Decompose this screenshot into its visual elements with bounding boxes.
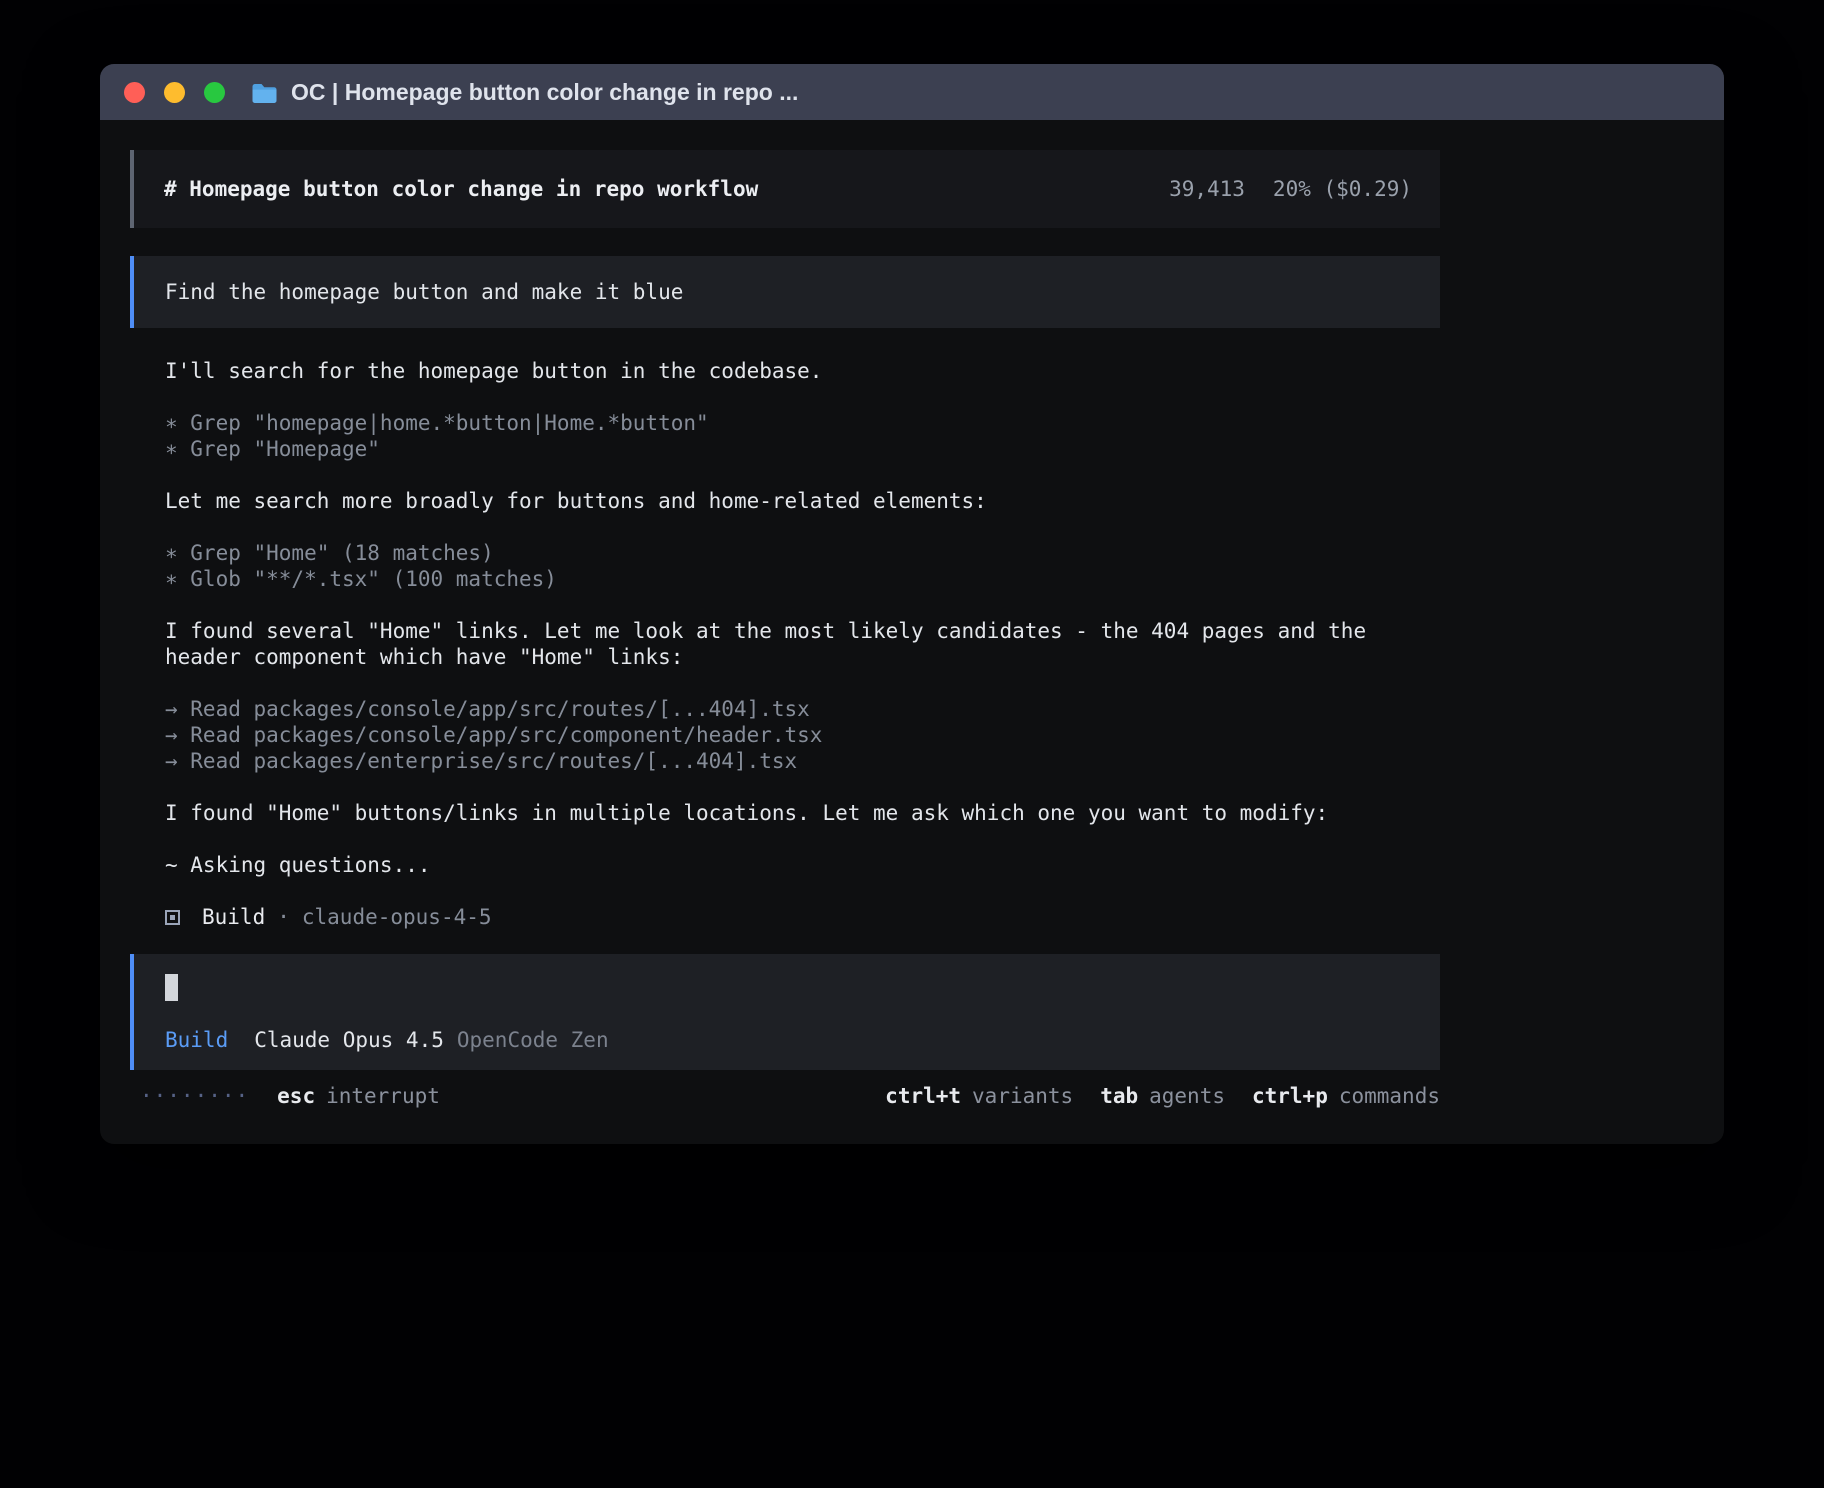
agent-icon: [165, 910, 180, 925]
tool-call-glob: ∗ Glob "**/*.tsx" (100 matches): [165, 566, 1440, 592]
shortcut-agents: tab agents: [1100, 1084, 1225, 1108]
tool-call-read: → Read packages/console/app/src/componen…: [165, 722, 1440, 748]
status-left: ········ esc interrupt: [130, 1084, 440, 1108]
status-right: ctrl+t variants tab agents ctrl+p comman…: [885, 1084, 1440, 1108]
spinner-dots: ········: [140, 1084, 249, 1108]
model-name: Claude Opus 4.5: [254, 1028, 444, 1052]
text-cursor: [165, 974, 178, 1001]
minimize-button[interactable]: [164, 82, 185, 103]
assistant-text: I found several "Home" links. Let me loo…: [165, 618, 1440, 670]
assistant-text: Let me search more broadly for buttons a…: [165, 488, 1440, 514]
shortcut-key: ctrl+t: [885, 1084, 961, 1108]
session-title: # Homepage button color change in repo w…: [164, 177, 758, 201]
context-cost: 20% ($0.29): [1273, 177, 1412, 201]
shortcut-commands: ctrl+p commands: [1252, 1084, 1440, 1108]
terminal-content: # Homepage button color change in repo w…: [130, 120, 1440, 1108]
tool-call-grep: ∗ Grep "Home" (18 matches): [165, 540, 1440, 566]
traffic-lights: [116, 82, 225, 103]
tool-call-grep: ∗ Grep "homepage|home.*button|Home.*butt…: [165, 410, 1440, 436]
window-title: OC | Homepage button color change in rep…: [291, 79, 798, 106]
shortcut-label: variants: [972, 1084, 1073, 1108]
titlebar: OC | Homepage button color change in rep…: [100, 64, 1724, 120]
model-provider: OpenCode Zen: [457, 1028, 609, 1052]
session-stats: 39,413 20% ($0.29): [1169, 177, 1412, 201]
shortcut-variants: ctrl+t variants: [885, 1084, 1073, 1108]
agent-name: Build: [202, 904, 265, 930]
assistant-text: I found "Home" buttons/links in multiple…: [165, 800, 1440, 826]
assistant-transcript: I'll search for the homepage button in t…: [130, 358, 1440, 930]
token-count: 39,413: [1169, 177, 1245, 201]
folder-icon: [251, 81, 278, 104]
activity-status: ~ Asking questions...: [165, 852, 1440, 878]
user-message: Find the homepage button and make it blu…: [130, 256, 1440, 328]
shortcut-key: ctrl+p: [1252, 1084, 1328, 1108]
agent-info-line: Build · claude-opus-4-5: [165, 904, 1440, 930]
model-row: Build Claude Opus 4.5 OpenCode Zen: [165, 1028, 1410, 1052]
tool-call-grep: ∗ Grep "Homepage": [165, 436, 1440, 462]
assistant-text: I'll search for the homepage button in t…: [165, 358, 1440, 384]
esc-key-hint: esc: [277, 1084, 315, 1108]
user-message-text: Find the homepage button and make it blu…: [165, 280, 683, 304]
prompt-input[interactable]: Build Claude Opus 4.5 OpenCode Zen: [130, 954, 1440, 1070]
zoom-button[interactable]: [204, 82, 225, 103]
esc-key-label: interrupt: [326, 1084, 440, 1108]
close-button[interactable]: [124, 82, 145, 103]
shortcut-label: commands: [1339, 1084, 1440, 1108]
tool-call-read: → Read packages/enterprise/src/routes/[.…: [165, 748, 1440, 774]
status-bar: ········ esc interrupt ctrl+t variants t…: [130, 1084, 1440, 1108]
agent-model: claude-opus-4-5: [302, 904, 492, 930]
agent-separator: ·: [277, 904, 290, 930]
mode-label: Build: [165, 1028, 228, 1052]
session-header: # Homepage button color change in repo w…: [130, 150, 1440, 228]
tool-call-read: → Read packages/console/app/src/routes/[…: [165, 696, 1440, 722]
terminal-window: OC | Homepage button color change in rep…: [100, 64, 1724, 1144]
shortcut-key: tab: [1100, 1084, 1138, 1108]
shortcut-label: agents: [1149, 1084, 1225, 1108]
